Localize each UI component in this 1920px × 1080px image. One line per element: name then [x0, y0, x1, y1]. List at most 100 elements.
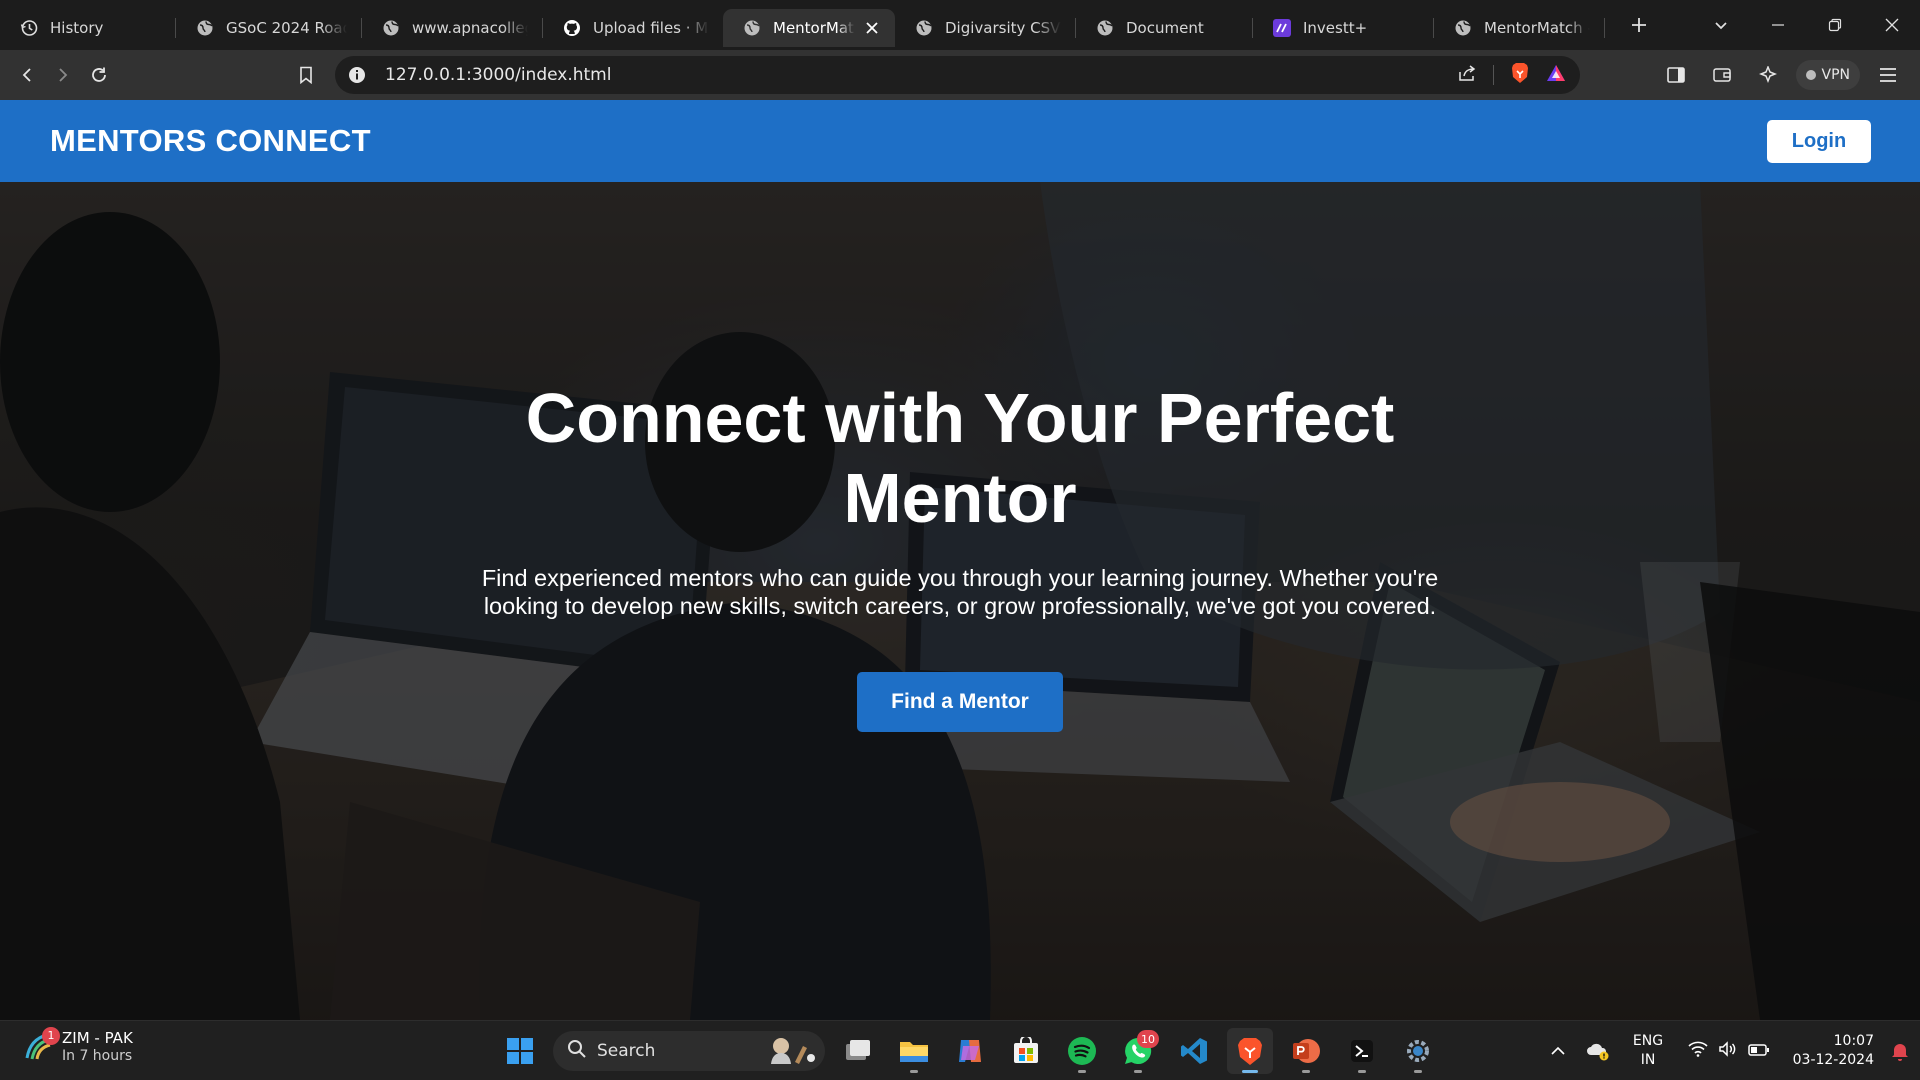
- start-button[interactable]: [497, 1028, 543, 1074]
- globe-icon: [915, 19, 933, 37]
- running-indicator: [1358, 1070, 1366, 1073]
- clock[interactable]: 10:07 03-12-2024: [1780, 1032, 1880, 1070]
- close-window-button[interactable]: [1863, 0, 1920, 50]
- running-indicator: [910, 1070, 918, 1073]
- tab-digivarsity[interactable]: Digivarsity CSVTU: [895, 9, 1075, 47]
- investt-icon: [1273, 19, 1291, 37]
- clock-time: 10:07: [1833, 1033, 1874, 1049]
- weather-sports-widget[interactable]: 1 ZIM - PAK In 7 hours: [22, 1026, 133, 1064]
- forward-button[interactable]: [45, 57, 81, 93]
- vpn-status-icon: [1805, 70, 1816, 80]
- tab-mentormatch-2[interactable]: MentorMatch - C: [1434, 9, 1604, 47]
- tab-history[interactable]: History: [0, 9, 175, 47]
- vpn-button[interactable]: VPN: [1795, 60, 1860, 90]
- address-bar-actions: [1457, 56, 1566, 94]
- tab-investt[interactable]: Investt+: [1253, 9, 1433, 47]
- site-info-icon[interactable]: [347, 65, 367, 85]
- widget-title: ZIM - PAK: [62, 1029, 133, 1047]
- search-highlight-icon: [763, 1034, 819, 1069]
- taskbar-search[interactable]: Search: [553, 1031, 825, 1071]
- tab-title: Digivarsity CSVTU: [945, 19, 1061, 37]
- url-text[interactable]: 127.0.0.1:3000/index.html: [385, 65, 611, 85]
- divider: [1493, 65, 1494, 85]
- tab-apnacollege[interactable]: www.apnacollege: [362, 9, 542, 47]
- reload-button[interactable]: [81, 57, 117, 93]
- powerpoint-icon[interactable]: [1283, 1028, 1329, 1074]
- brave-browser-icon[interactable]: [1227, 1028, 1273, 1074]
- tab-mentormatch-active[interactable]: MentorMatch: [723, 9, 895, 47]
- terminal-app-icon[interactable]: [1339, 1028, 1385, 1074]
- login-button[interactable]: Login: [1767, 119, 1871, 163]
- running-indicator: [1242, 1070, 1258, 1073]
- minimize-button[interactable]: [1749, 0, 1806, 50]
- running-indicator: [1134, 1070, 1142, 1073]
- running-indicator: [1414, 1070, 1422, 1073]
- whatsapp-icon[interactable]: 10: [1115, 1028, 1161, 1074]
- globe-icon: [1454, 19, 1472, 37]
- tab-gsoc[interactable]: GSoC 2024 Roadm: [176, 9, 361, 47]
- brave-shields-icon[interactable]: [1510, 62, 1530, 88]
- search-icon: [567, 1039, 587, 1064]
- find-mentor-button[interactable]: Find a Mentor: [857, 672, 1063, 732]
- notification-bell-icon[interactable]: [1880, 1041, 1920, 1061]
- spotify-icon[interactable]: [1059, 1028, 1105, 1074]
- running-indicator: [1078, 1070, 1086, 1073]
- history-icon: [20, 19, 38, 37]
- close-icon[interactable]: [863, 19, 881, 37]
- tab-title: GSoC 2024 Roadm: [226, 19, 347, 37]
- hero-subtitle: Find experienced mentors who can guide y…: [481, 565, 1439, 619]
- copilot-icon[interactable]: [947, 1028, 993, 1074]
- tab-title: Investt+: [1303, 19, 1368, 37]
- tab-title: www.apnacollege: [412, 19, 528, 37]
- system-tray: ENG IN 10:07 03-12-2024: [1538, 1021, 1920, 1080]
- task-view-icon[interactable]: [835, 1028, 881, 1074]
- taskbar-apps: Search 10: [497, 1027, 1441, 1075]
- menu-icon[interactable]: [1870, 57, 1906, 93]
- browser-toolbar: 127.0.0.1:3000/index.html VPN: [0, 50, 1920, 100]
- address-bar[interactable]: 127.0.0.1:3000/index.html: [335, 56, 1580, 94]
- back-button[interactable]: [9, 57, 45, 93]
- notification-badge: 10: [1137, 1030, 1159, 1048]
- tray-chevron-icon[interactable]: [1538, 1046, 1578, 1056]
- lang-top: ENG: [1632, 1033, 1664, 1049]
- microsoft-store-icon[interactable]: [1003, 1028, 1049, 1074]
- volume-icon: [1718, 1041, 1738, 1061]
- brave-rewards-icon[interactable]: [1546, 64, 1566, 86]
- clock-date: 03-12-2024: [1792, 1052, 1874, 1068]
- widget-subtitle: In 7 hours: [62, 1048, 133, 1064]
- leo-ai-icon[interactable]: [1750, 57, 1786, 93]
- tab-title: MentorMatch: [773, 19, 855, 37]
- settings-icon[interactable]: [1395, 1028, 1441, 1074]
- hero-content: Connect with Your Perfect Mentor Find ex…: [0, 182, 1920, 1020]
- hero-title: Connect with Your Perfect Mentor: [525, 379, 1395, 537]
- window-controls: [1692, 0, 1920, 50]
- share-icon[interactable]: [1457, 63, 1477, 87]
- widget-text-group: ZIM - PAK In 7 hours: [62, 1029, 133, 1064]
- vpn-label: VPN: [1821, 67, 1851, 83]
- tab-title: Upload files · MrD: [593, 19, 709, 37]
- onedrive-warning-icon[interactable]: [1578, 1041, 1618, 1061]
- tab-title: MentorMatch - C: [1484, 19, 1590, 37]
- tab-document[interactable]: Document: [1076, 9, 1252, 47]
- windows-taskbar: 1 ZIM - PAK In 7 hours Search 10 ENG IN …: [0, 1020, 1920, 1080]
- vscode-icon[interactable]: [1171, 1028, 1217, 1074]
- new-tab-button[interactable]: [1623, 9, 1655, 41]
- language-indicator[interactable]: ENG IN: [1618, 1032, 1678, 1070]
- bookmark-icon[interactable]: [288, 57, 324, 93]
- tab-upload-files[interactable]: Upload files · MrD: [543, 9, 723, 47]
- globe-icon: [1096, 19, 1114, 37]
- tab-search-chevron-icon[interactable]: [1692, 0, 1749, 50]
- site-brand[interactable]: MENTORS CONNECT: [50, 123, 371, 159]
- browser-tab-strip: History GSoC 2024 Roadm www.apnacollege …: [0, 0, 1920, 50]
- wallet-icon[interactable]: [1704, 57, 1740, 93]
- battery-icon: [1748, 1042, 1770, 1061]
- cricket-icon: 1: [22, 1026, 60, 1063]
- toolbar-right: VPN: [1658, 57, 1907, 93]
- restore-button[interactable]: [1806, 0, 1863, 50]
- file-explorer-icon[interactable]: [891, 1028, 937, 1074]
- tab-title: History: [50, 19, 104, 37]
- quick-settings[interactable]: [1678, 1041, 1780, 1061]
- tab-divider: [1604, 18, 1605, 38]
- sidebar-icon[interactable]: [1658, 57, 1694, 93]
- widget-badge: 1: [42, 1026, 60, 1045]
